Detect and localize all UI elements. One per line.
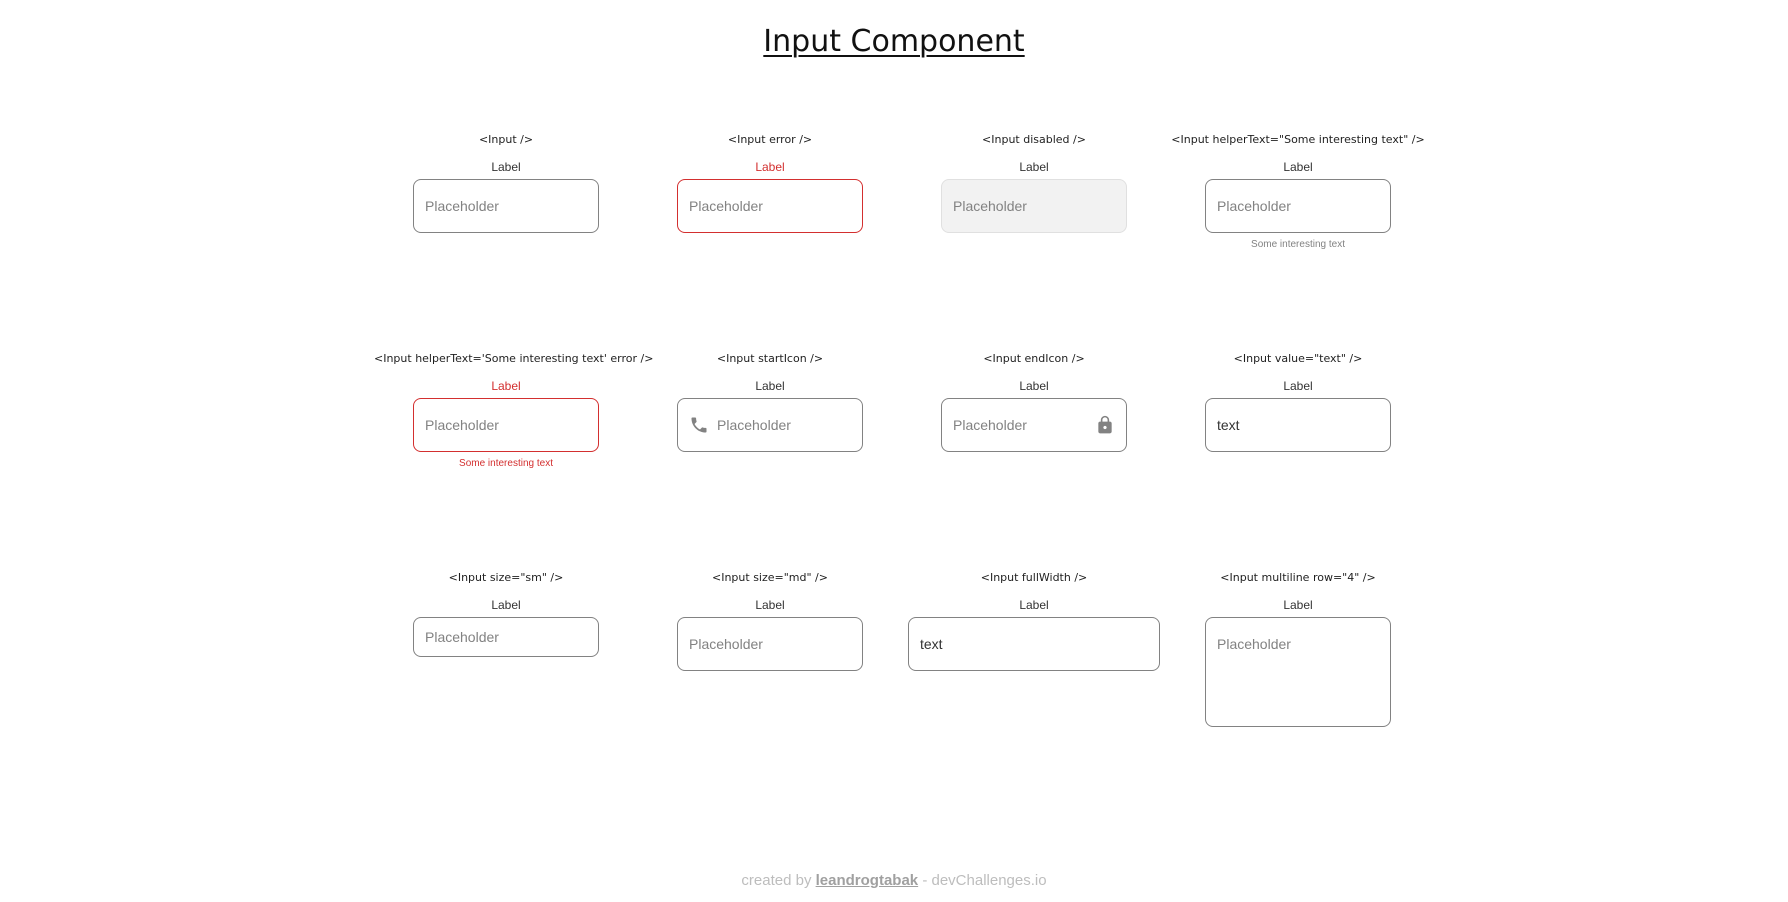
input-label: Label	[491, 598, 521, 612]
input-label: Label	[755, 379, 785, 393]
demo-helper-text-error: <Input helperText='Some interesting text…	[374, 351, 654, 470]
demo-end-icon: <Input endIcon /> Label	[902, 351, 1166, 452]
input-label: Label	[755, 160, 785, 174]
text-input[interactable]	[920, 636, 1148, 652]
input-label: Label	[491, 379, 521, 393]
input-label: Label	[1019, 160, 1049, 174]
demo-error: <Input error /> Label	[638, 132, 902, 233]
input-field[interactable]	[1205, 179, 1391, 233]
demo-disabled: <Input disabled /> Label	[902, 132, 1166, 233]
text-input[interactable]	[689, 198, 851, 214]
input-field[interactable]	[413, 179, 599, 233]
input-label: Label	[1283, 379, 1313, 393]
input-field[interactable]	[908, 617, 1160, 671]
code-snippet: <Input helperText='Some interesting text…	[374, 352, 654, 365]
code-snippet: <Input helperText="Some interesting text…	[1171, 133, 1425, 146]
input-label: Label	[755, 598, 785, 612]
demo-default: <Input /> Label	[374, 132, 638, 233]
code-snippet: <Input size="sm" />	[448, 571, 564, 584]
text-input[interactable]	[1217, 417, 1379, 433]
lock-icon	[1095, 415, 1115, 435]
input-field	[941, 179, 1127, 233]
code-snippet: <Input size="md" />	[712, 571, 828, 584]
input-field[interactable]	[941, 398, 1127, 452]
demo-full-width: <Input fullWidth /> Label	[902, 570, 1166, 671]
input-field[interactable]	[1205, 398, 1391, 452]
code-snippet: <Input disabled />	[982, 133, 1086, 146]
text-input[interactable]	[425, 629, 587, 645]
input-label: Label	[1283, 160, 1313, 174]
text-input[interactable]	[953, 417, 1087, 433]
input-label: Label	[1019, 379, 1049, 393]
footer-prefix: created by	[741, 872, 812, 889]
code-snippet: <Input endIcon />	[983, 352, 1085, 365]
phone-icon	[689, 415, 709, 435]
footer: created by leandrogtabak - devChallenges…	[0, 872, 1788, 889]
input-field[interactable]	[677, 617, 863, 671]
input-label: Label	[491, 160, 521, 174]
author-link[interactable]: leandrogtabak	[816, 872, 919, 889]
input-field[interactable]	[677, 398, 863, 452]
demo-helper-text: <Input helperText="Some interesting text…	[1166, 132, 1430, 251]
code-snippet: <Input />	[478, 133, 534, 146]
input-field[interactable]	[413, 617, 599, 657]
input-label: Label	[1019, 598, 1049, 612]
input-label: Label	[1283, 598, 1313, 612]
helper-text: Some interesting text	[459, 458, 553, 469]
text-input[interactable]	[689, 636, 851, 652]
text-input[interactable]	[1217, 198, 1379, 214]
code-snippet: <Input fullWidth />	[980, 571, 1088, 584]
code-snippet: <Input multiline row="4" />	[1220, 571, 1376, 584]
demo-value: <Input value="text" /> Label	[1166, 351, 1430, 452]
demo-size-md: <Input size="md" /> Label	[638, 570, 902, 671]
demo-multiline: <Input multiline row="4" /> Label	[1166, 570, 1430, 727]
text-input[interactable]	[425, 417, 587, 433]
text-input	[953, 198, 1115, 214]
input-field[interactable]	[413, 398, 599, 452]
demo-start-icon: <Input startIcon /> Label	[638, 351, 902, 452]
code-snippet: <Input value="text" />	[1233, 352, 1363, 365]
input-field[interactable]	[677, 179, 863, 233]
code-snippet: <Input startIcon />	[716, 352, 824, 365]
page-title: Input Component	[763, 24, 1025, 59]
code-snippet: <Input error />	[727, 133, 813, 146]
text-input[interactable]	[425, 198, 587, 214]
text-input[interactable]	[717, 417, 851, 433]
textarea-input[interactable]	[1217, 636, 1379, 716]
textarea-field[interactable]	[1205, 617, 1391, 727]
demo-size-sm: <Input size="sm" /> Label	[374, 570, 638, 657]
footer-suffix: - devChallenges.io	[922, 872, 1047, 889]
helper-text: Some interesting text	[1251, 239, 1345, 250]
